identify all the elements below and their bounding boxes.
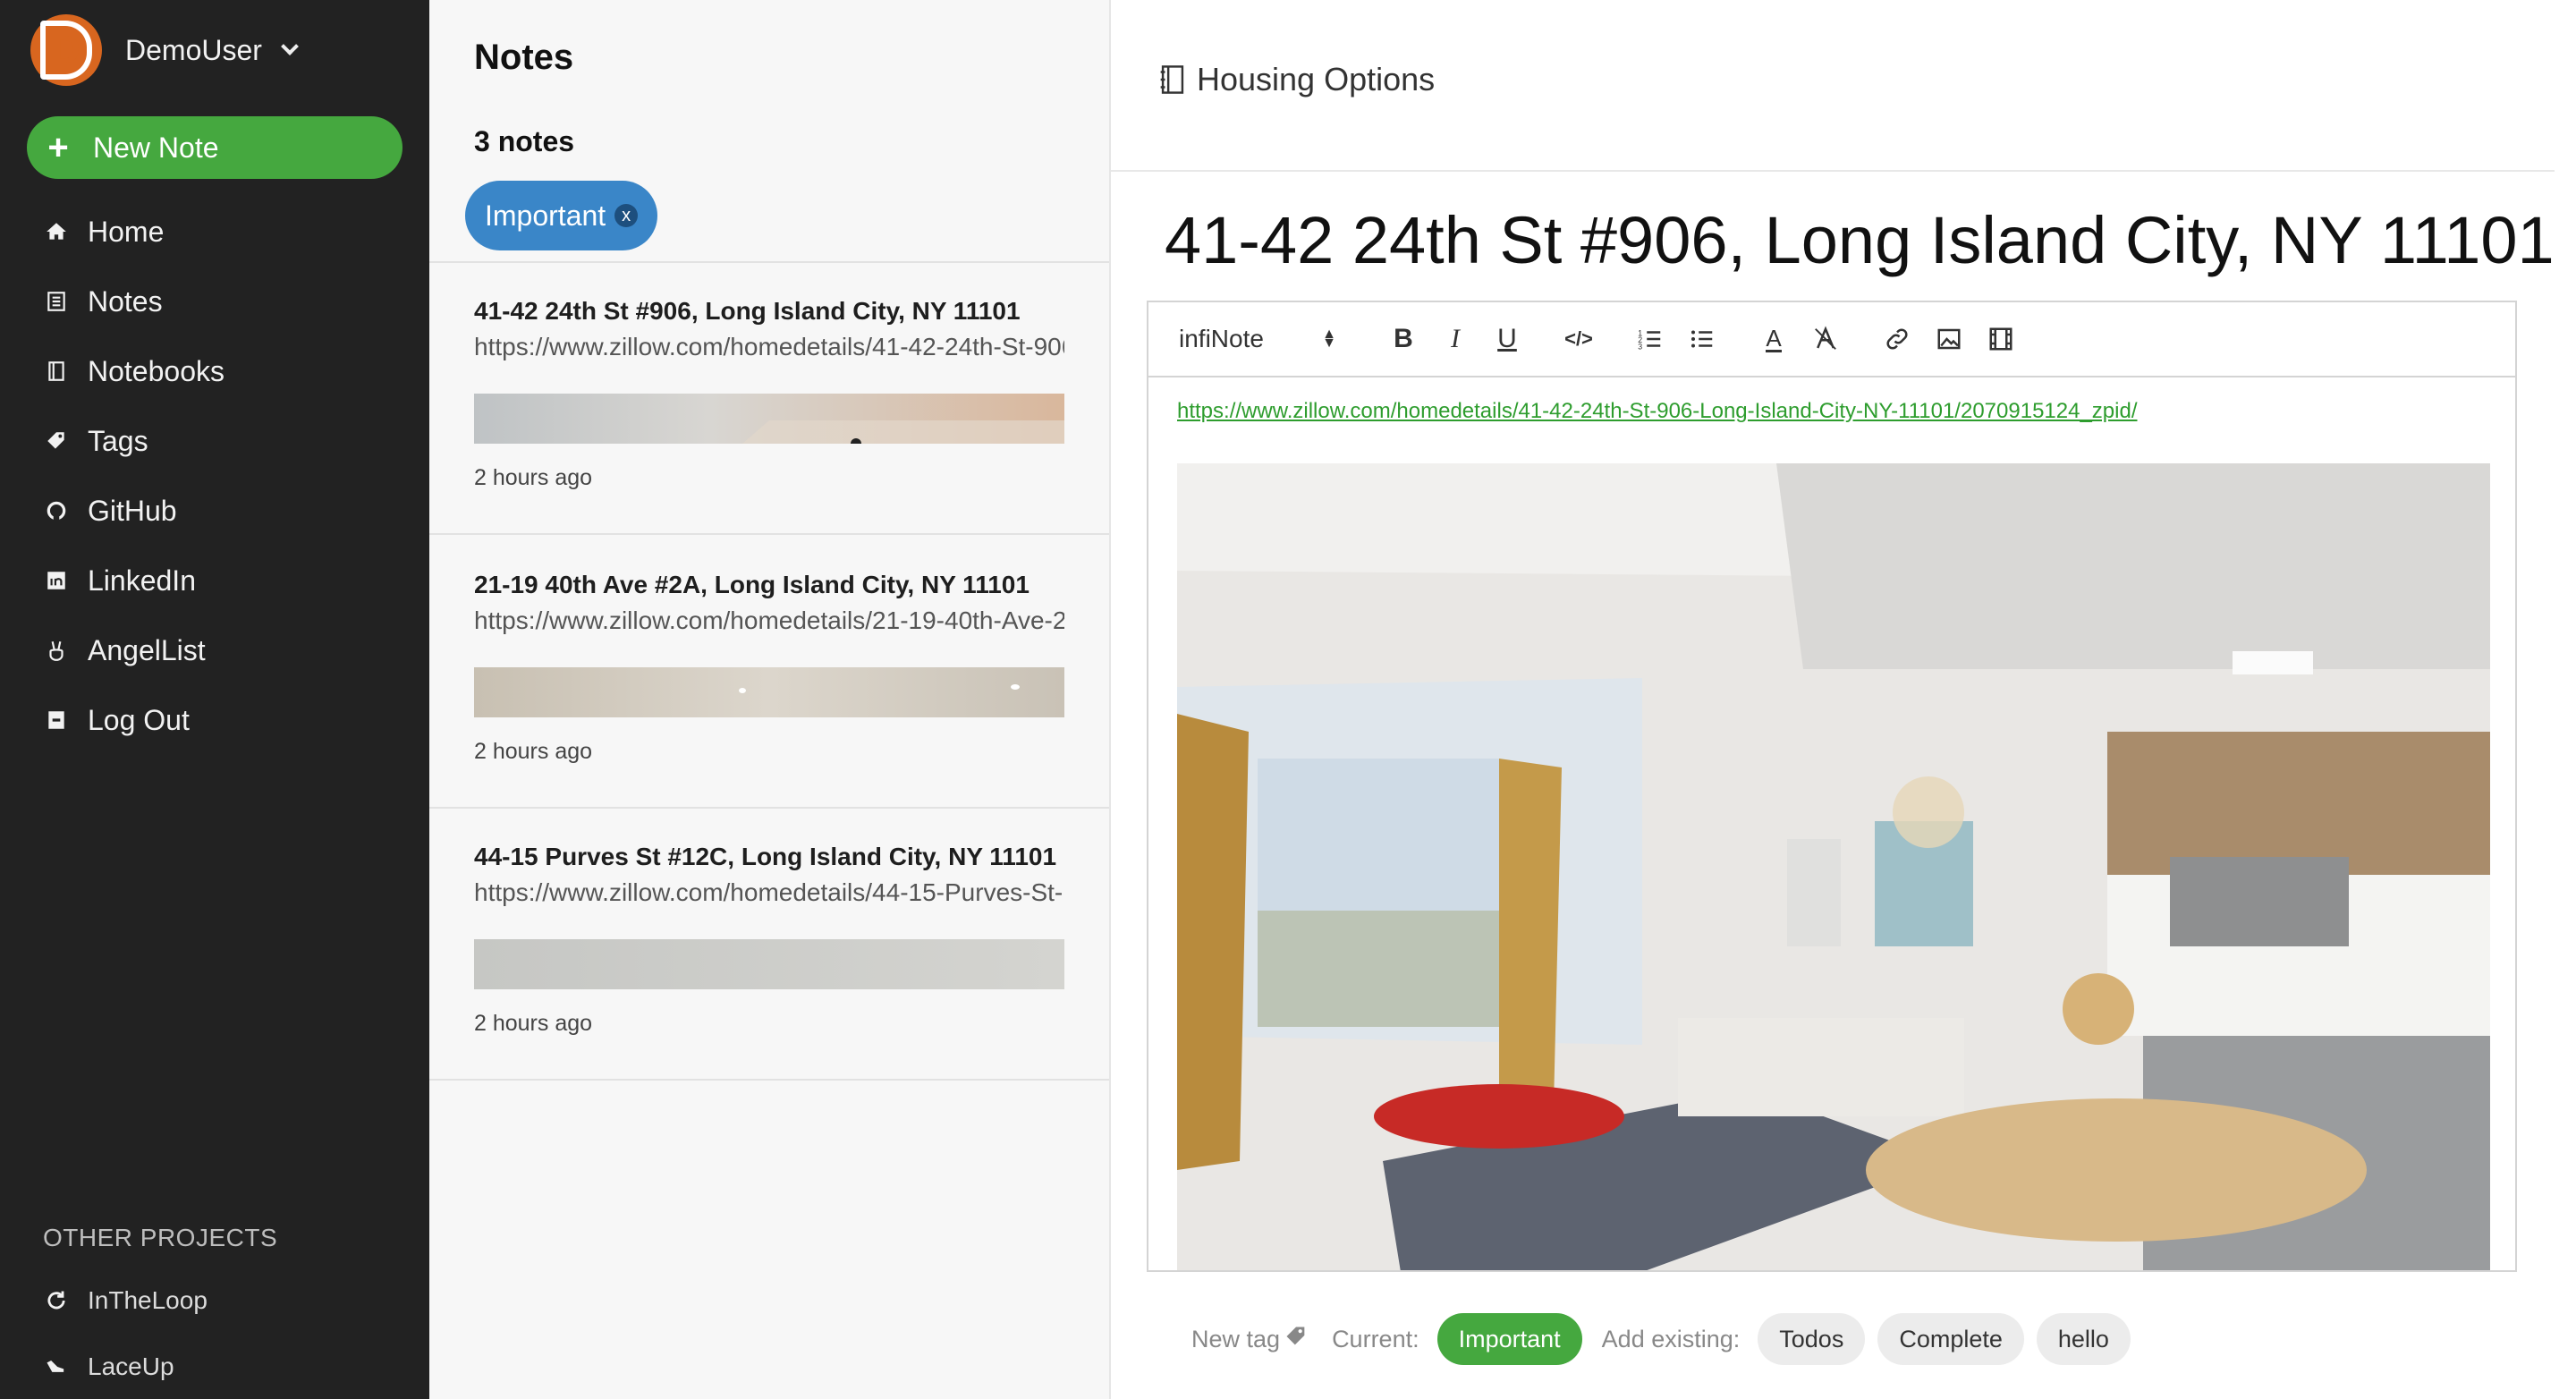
sidebar-item-label: Notes bbox=[88, 284, 163, 318]
note-item-timestamp: 2 hours ago bbox=[474, 739, 593, 764]
sidebar-nav: Home Notes Notebooks Tags GitHub LinkedI… bbox=[43, 197, 225, 755]
refresh-icon bbox=[43, 1287, 70, 1314]
sidebar-item-label: Log Out bbox=[88, 703, 190, 736]
tag-icon bbox=[1284, 1324, 1309, 1355]
text-color-button[interactable]: A bbox=[1748, 314, 1800, 364]
underline-button[interactable]: U bbox=[1481, 314, 1533, 364]
sidebar-item-github[interactable]: GitHub bbox=[43, 476, 225, 546]
sidebar-item-linkedin[interactable]: LinkedIn bbox=[43, 546, 225, 615]
existing-tag-chip[interactable]: Todos bbox=[1758, 1313, 1866, 1365]
note-item-preview: https://www.zillow.com/homedetails/41-42… bbox=[474, 333, 1064, 360]
note-editor: Housing Options 41-42 24th St #906, Long… bbox=[1111, 0, 2576, 1399]
font-select[interactable]: infiNote ▲ ▼ bbox=[1179, 325, 1336, 353]
sidebar-item-label: GitHub bbox=[88, 494, 177, 527]
notebook-icon bbox=[43, 358, 70, 385]
sidebar-item-logout[interactable]: Log Out bbox=[43, 685, 225, 755]
github-icon bbox=[43, 497, 70, 524]
rich-text-editor[interactable]: infiNote ▲ ▼ B I U </> 123 A https://www.… bbox=[1147, 301, 2517, 1272]
other-projects-title: OTHER PROJECTS bbox=[43, 1224, 278, 1251]
add-existing-label: Add existing: bbox=[1601, 1325, 1741, 1352]
italic-button[interactable]: I bbox=[1429, 314, 1481, 364]
existing-tag-chip[interactable]: hello bbox=[2036, 1313, 2131, 1365]
notes-icon bbox=[43, 288, 70, 315]
editor-toolbar: infiNote ▲ ▼ B I U </> 123 A bbox=[1148, 302, 2515, 377]
other-project-intheloop[interactable]: InTheLoop bbox=[43, 1286, 208, 1315]
sidebar-item-label: Home bbox=[88, 215, 165, 248]
other-project-label: InTheLoop bbox=[88, 1286, 208, 1314]
bullet-list-icon[interactable] bbox=[1676, 314, 1728, 364]
sidebar-item-angellist[interactable]: AngelList bbox=[43, 615, 225, 685]
link-icon[interactable] bbox=[1871, 314, 1923, 364]
sidebar: D DemoUser + New Note Home Notes Noteboo… bbox=[0, 0, 429, 1399]
new-note-label: New Note bbox=[93, 131, 219, 164]
tag-filter-label: Important bbox=[485, 199, 606, 232]
new-note-button[interactable]: + New Note bbox=[27, 116, 402, 179]
sidebar-item-label: Tags bbox=[88, 424, 148, 457]
notes-count: 3 notes bbox=[474, 125, 575, 157]
sidebar-item-label: AngelList bbox=[88, 633, 206, 666]
current-tag-chip[interactable]: Important bbox=[1436, 1313, 1582, 1365]
image-icon[interactable] bbox=[1923, 314, 1975, 364]
font-select-value: infiNote bbox=[1179, 325, 1264, 352]
svg-text:3: 3 bbox=[1638, 342, 1642, 351]
sidebar-item-home[interactable]: Home bbox=[43, 197, 225, 267]
note-list-item[interactable]: 41-42 24th St #906, Long Island City, NY… bbox=[429, 263, 1109, 535]
note-item-thumbnail bbox=[474, 394, 1064, 444]
sidebar-item-label: Notebooks bbox=[88, 354, 225, 387]
remove-filter-button[interactable]: x bbox=[614, 204, 639, 227]
video-icon[interactable] bbox=[1975, 314, 2027, 364]
avatar-initial: D bbox=[40, 21, 92, 80]
notes-list-title: Notes bbox=[474, 38, 574, 77]
avatar: D bbox=[30, 14, 102, 86]
home-icon bbox=[43, 218, 70, 245]
code-block-button[interactable]: </> bbox=[1553, 314, 1605, 364]
bold-button[interactable]: B bbox=[1377, 314, 1429, 364]
select-arrows-icon: ▲ ▼ bbox=[1322, 326, 1336, 351]
divider bbox=[1111, 170, 2555, 172]
note-item-timestamp: 2 hours ago bbox=[474, 465, 593, 490]
note-item-preview: https://www.zillow.com/homedetails/21-19… bbox=[474, 606, 1064, 634]
notebook-name: Housing Options bbox=[1197, 61, 1436, 98]
current-tags-label: Current: bbox=[1332, 1325, 1419, 1352]
chevron-down-icon bbox=[281, 38, 299, 55]
new-tag-input[interactable]: New tag bbox=[1191, 1326, 1280, 1353]
note-list-item[interactable]: 21-19 40th Ave #2A, Long Island City, NY… bbox=[429, 537, 1109, 809]
linkedin-icon bbox=[43, 567, 70, 594]
clear-format-icon[interactable] bbox=[1800, 314, 1852, 364]
tag-bar: New tag Current: Important Add existing:… bbox=[1191, 1313, 2143, 1365]
note-body-link[interactable]: https://www.zillow.com/homedetails/41-42… bbox=[1177, 399, 2138, 424]
other-project-label: LaceUp bbox=[88, 1352, 174, 1380]
note-list-item[interactable]: 44-15 Purves St #12C, Long Island City, … bbox=[429, 809, 1109, 1081]
note-item-timestamp: 2 hours ago bbox=[474, 1011, 593, 1036]
tag-filter-chip[interactable]: Important x bbox=[465, 181, 658, 250]
apartment-photo bbox=[1177, 463, 2490, 1270]
user-name: DemoUser bbox=[125, 33, 262, 66]
note-item-title: 41-42 24th St #906, Long Island City, NY… bbox=[474, 297, 1021, 325]
notes-list-panel: Notes 3 notes Important x 41-42 24th St … bbox=[429, 0, 1111, 1399]
text-color-icon: A bbox=[1766, 324, 1782, 352]
existing-tag-chip[interactable]: Complete bbox=[1877, 1313, 2024, 1365]
note-title-input[interactable]: 41-42 24th St #906, Long Island City, NY… bbox=[1165, 202, 2555, 278]
sidebar-item-label: LinkedIn bbox=[88, 564, 196, 597]
other-project-laceup[interactable]: LaceUp bbox=[43, 1352, 174, 1381]
sidebar-item-notes[interactable]: Notes bbox=[43, 267, 225, 336]
logout-icon bbox=[43, 707, 70, 733]
notebook-selector[interactable]: Housing Options bbox=[1159, 61, 1435, 98]
sidebar-item-notebooks[interactable]: Notebooks bbox=[43, 336, 225, 406]
sidebar-item-tags[interactable]: Tags bbox=[43, 406, 225, 476]
shoe-icon bbox=[43, 1353, 70, 1380]
note-item-title: 21-19 40th Ave #2A, Long Island City, NY… bbox=[474, 571, 1030, 598]
note-item-title: 44-15 Purves St #12C, Long Island City, … bbox=[474, 843, 1057, 870]
note-item-preview: https://www.zillow.com/homedetails/44-15… bbox=[474, 878, 1064, 906]
plus-icon: + bbox=[47, 128, 69, 167]
angellist-icon bbox=[43, 637, 70, 664]
tag-icon bbox=[43, 428, 70, 454]
note-item-thumbnail bbox=[474, 667, 1064, 717]
user-menu[interactable]: D DemoUser bbox=[30, 14, 299, 86]
note-item-thumbnail bbox=[474, 939, 1064, 989]
ordered-list-icon[interactable]: 123 bbox=[1624, 314, 1676, 364]
notebook-icon bbox=[1160, 65, 1184, 94]
